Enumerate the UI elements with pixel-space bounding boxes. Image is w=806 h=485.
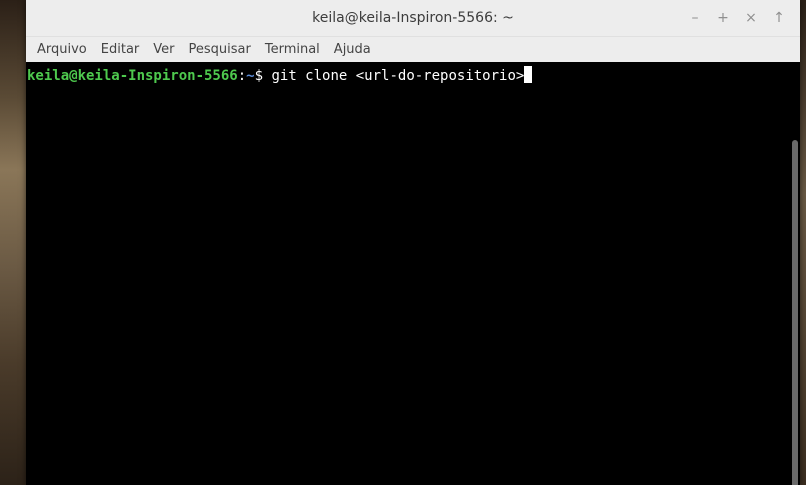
command-line: keila@keila-Inspiron-5566:~$ git clone <…	[27, 66, 800, 85]
menu-ver[interactable]: Ver	[153, 42, 174, 57]
prompt-symbol: $	[254, 68, 264, 84]
prompt-user-host: keila@keila-Inspiron-5566	[27, 68, 238, 84]
menu-pesquisar[interactable]: Pesquisar	[189, 42, 251, 57]
window-title: keila@keila-Inspiron-5566: ~	[312, 10, 514, 26]
command-text: git clone <url-do-repositorio>	[263, 68, 525, 84]
maximize-button[interactable]: +	[716, 11, 730, 25]
menu-arquivo[interactable]: Arquivo	[37, 42, 87, 57]
terminal-area[interactable]: keila@keila-Inspiron-5566:~$ git clone <…	[26, 62, 800, 485]
desktop-wallpaper-right	[800, 0, 806, 485]
menu-bar: Arquivo Editar Ver Pesquisar Terminal Aj…	[26, 37, 800, 62]
title-bar[interactable]: keila@keila-Inspiron-5566: ~ – + × ↑	[26, 0, 800, 37]
prompt-colon: :	[237, 68, 247, 84]
desktop-wallpaper-left	[0, 0, 26, 485]
window-controls: – + × ↑	[688, 0, 786, 36]
text-cursor	[524, 66, 533, 83]
prompt-directory: ~	[246, 68, 255, 84]
menu-terminal[interactable]: Terminal	[265, 42, 320, 57]
menu-editar[interactable]: Editar	[101, 42, 140, 57]
scrollbar[interactable]	[792, 140, 798, 485]
menu-ajuda[interactable]: Ajuda	[334, 42, 371, 57]
pin-button[interactable]: ↑	[772, 11, 786, 25]
terminal-window: keila@keila-Inspiron-5566: ~ – + × ↑ Arq…	[26, 0, 800, 485]
minimize-button[interactable]: –	[688, 11, 702, 25]
close-button[interactable]: ×	[744, 11, 758, 25]
